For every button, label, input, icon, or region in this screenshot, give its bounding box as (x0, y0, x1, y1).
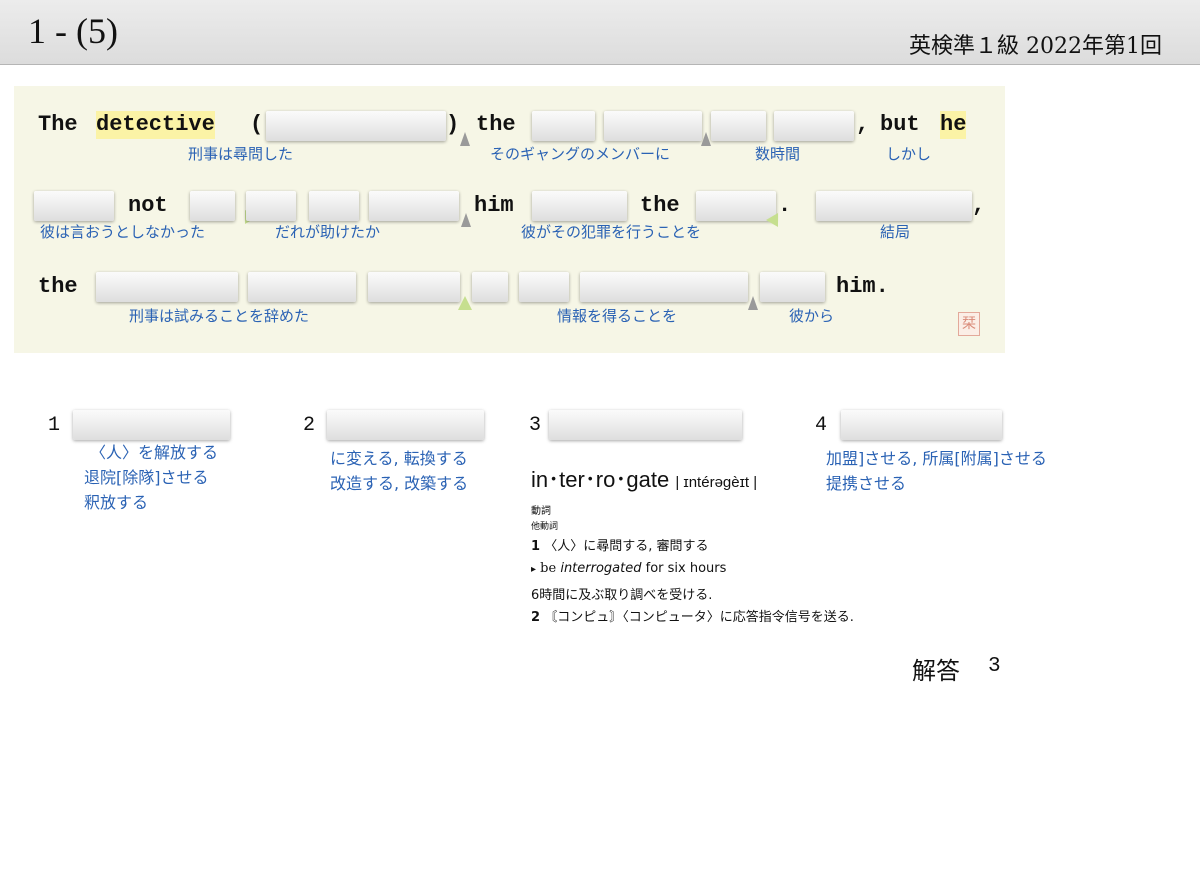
hidden-word-blank[interactable] (34, 191, 114, 221)
word-comma: , (856, 112, 870, 137)
sentence-panel: The detective ( ) the , but he 刑事は尋問した そ… (14, 86, 1005, 353)
dictionary-sense-2: 2 〘コンピュ〙〈コンピュータ〉に応答指令信号を送る. (531, 606, 854, 625)
hidden-word-blank[interactable] (696, 191, 776, 221)
gloss-stopped-trying: 刑事は試みることを辞めた (129, 307, 310, 325)
dictionary-pos: 動詞 (531, 506, 551, 517)
hidden-word-blank[interactable] (604, 111, 702, 141)
gloss-detective-interrogated: 刑事は尋問した (188, 145, 294, 163)
word-the: The (38, 112, 78, 137)
dictionary-sense-1: 1 〈人〉に尋問する, 審問する (531, 535, 708, 554)
word-paren-close: ) (446, 112, 460, 137)
pointer-marker (748, 296, 758, 310)
gloss-who-helped: だれが助けたか (275, 223, 381, 241)
choice-1-meaning: 退院[除隊]させる (84, 468, 209, 487)
choice-1-meaning: 〈人〉を解放する (90, 443, 219, 462)
word-the: the (38, 274, 78, 299)
seal-stamp-icon: 栞 (958, 312, 980, 336)
pointer-marker (766, 213, 778, 227)
sense-1-number: 1 (531, 539, 541, 554)
choice-2-blank[interactable] (327, 410, 484, 440)
gloss-hours: 数時間 (755, 145, 801, 163)
word-detective: detective (96, 111, 215, 139)
hidden-word-blank[interactable] (248, 272, 356, 302)
word-comma: , (972, 193, 986, 218)
sense-2-text: 〘コンピュ〙〈コンピュータ〉に応答指令信号を送る. (544, 610, 854, 625)
choice-4-meanings: 加盟]させる, 所属[附属]させる 提携させる (826, 446, 1047, 496)
word-him: him (474, 193, 514, 218)
hidden-word-blank[interactable] (246, 191, 296, 221)
choice-3-number: 3 (529, 414, 542, 437)
dictionary-example: ▸ be interrogated for six hours (531, 561, 726, 576)
word-he: he (940, 111, 967, 139)
hidden-word-blank[interactable] (368, 272, 460, 302)
choice-2-meaning: に変える, 転換する (330, 449, 468, 468)
hidden-word-blank[interactable] (760, 272, 825, 302)
pointer-marker (458, 296, 472, 310)
hidden-word-blank[interactable] (369, 191, 459, 221)
choice-1-meanings: 〈人〉を解放する 退院[除隊]させる 釈放する (84, 440, 218, 515)
word-not: not (128, 193, 168, 218)
example-post: for six hours (641, 561, 727, 576)
gloss-from-him: 彼から (789, 307, 835, 325)
hidden-word-blank[interactable] (519, 272, 569, 302)
hidden-word-blank[interactable] (580, 272, 748, 302)
hidden-word-blank[interactable] (472, 272, 508, 302)
gloss-commit-crime: 彼がその犯罪を行うことを (521, 223, 702, 241)
hidden-word-blank[interactable] (816, 191, 972, 221)
gloss-get-information: 情報を得ることを (557, 307, 678, 325)
gloss-he-would-not-say: 彼は言おうとしなかった (40, 223, 206, 241)
choice-1-blank[interactable] (73, 410, 230, 440)
pointer-marker (461, 213, 471, 227)
choice-4-meaning: 加盟]させる, 所属[附属]させる (826, 449, 1047, 468)
dictionary-headword: in･ter･ro･gate (531, 467, 670, 492)
hidden-word-blank[interactable] (774, 111, 854, 141)
hidden-word-blank[interactable] (309, 191, 359, 221)
gloss-eventually: 結局 (880, 223, 911, 241)
header-bar: 1 - (5) 英検準１級 2022年第1回 (0, 0, 1200, 65)
hidden-word-blank[interactable] (190, 191, 235, 221)
choice-2-meaning: 改造する, 改築する (330, 474, 469, 493)
pointer-marker (460, 132, 470, 146)
word-period: . (778, 193, 792, 218)
choice-3-blank[interactable] (549, 410, 742, 440)
dictionary-subpos: 他動詞 (531, 522, 559, 532)
example-marker-icon: ▸ (531, 564, 537, 575)
choice-4-meaning: 提携させる (826, 474, 907, 493)
choice-1-number: 1 (48, 414, 61, 437)
hidden-word-blank[interactable] (711, 111, 766, 141)
answer-blank[interactable] (266, 111, 446, 141)
example-pre: be (540, 561, 561, 576)
choice-4-number: 4 (815, 414, 828, 437)
word-the-2: the (476, 112, 516, 137)
choice-2-meanings: に変える, 転換する 改造する, 改築する (330, 446, 468, 496)
exam-info: 英検準１級 2022年第1回 (909, 34, 1162, 59)
pointer-marker (701, 132, 711, 146)
dictionary-example-translation: 6時間に及ぶ取り調べを受ける. (531, 588, 713, 603)
choice-2-number: 2 (303, 414, 316, 437)
dictionary-pronunciation: | ɪntérəgèɪt | (675, 474, 758, 491)
word-the: the (640, 193, 680, 218)
hidden-word-blank[interactable] (96, 272, 238, 302)
sense-2-number: 2 (531, 610, 541, 625)
word-him-period: him. (836, 274, 889, 299)
choice-1-meaning: 釈放する (84, 493, 149, 512)
answer-label: 解答 (912, 657, 960, 685)
word-but: but (880, 112, 920, 137)
question-number: 1 - (5) (28, 11, 118, 51)
dictionary-headword-line: in･ter･ro･gate | ɪntérəgèɪt | (531, 462, 757, 494)
word-paren-open: ( (250, 112, 264, 137)
hidden-word-blank[interactable] (532, 111, 595, 141)
hidden-word-blank[interactable] (532, 191, 627, 221)
gloss-gang-members: そのギャングのメンバーに (490, 145, 671, 163)
sense-1-text: 〈人〉に尋問する, 審問する (544, 539, 709, 554)
answer-value: 3 (988, 655, 1001, 678)
gloss-however: しかし (886, 145, 932, 163)
choice-4-blank[interactable] (841, 410, 1002, 440)
example-emphasis: interrogated (560, 561, 642, 576)
